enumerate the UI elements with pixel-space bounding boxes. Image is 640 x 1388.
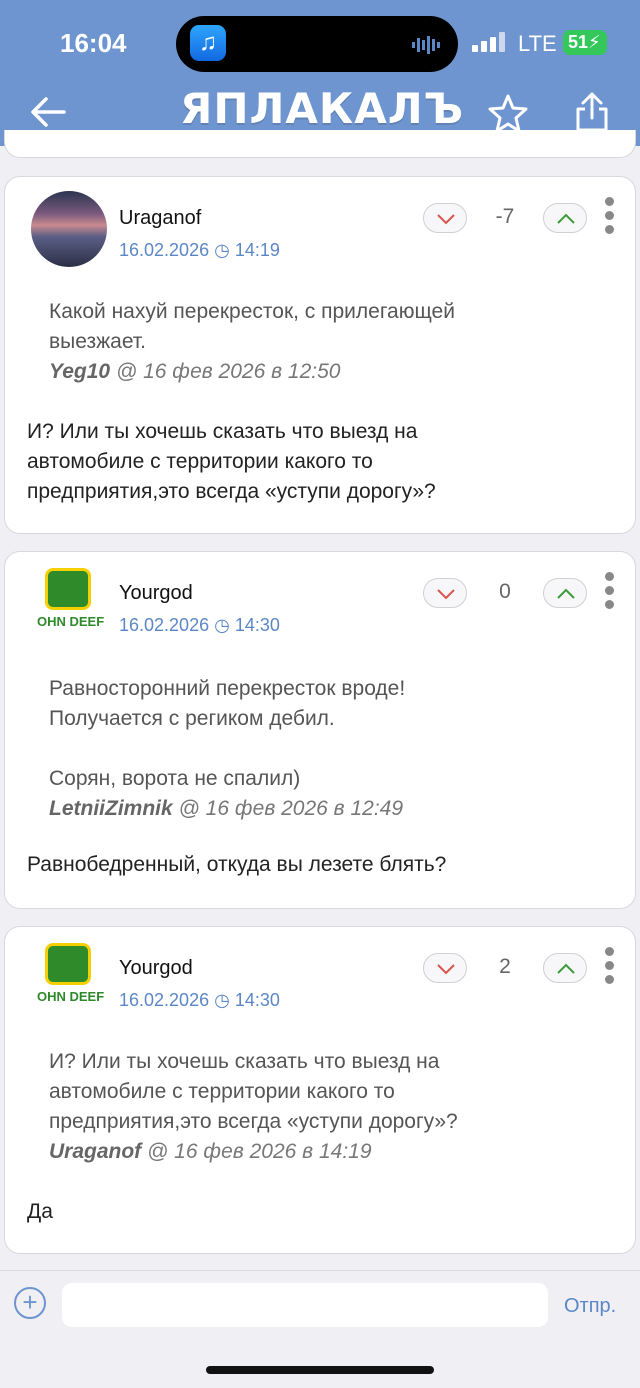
more-options-icon[interactable] — [603, 197, 615, 237]
quote-meta: @ 16 фев 2026 в 12:50 — [115, 360, 341, 383]
quote-block: Какой нахуй перекресток, с прилегающей в… — [49, 297, 589, 387]
share-icon[interactable] — [574, 90, 610, 134]
quote-author-link[interactable]: Yeg10 — [49, 360, 110, 383]
comment-card: ОHN DEEF Yourgod 16.02.2026 ◷ 14:30 2 И?… — [4, 926, 636, 1254]
quote-meta: @ 16 фев 2026 в 12:49 — [178, 797, 404, 820]
quote-attribution: Yeg10 @ 16 фев 2026 в 12:50 — [49, 357, 589, 387]
add-attachment-icon[interactable]: + — [14, 1287, 46, 1319]
signal-icon — [472, 32, 505, 52]
quote-line: предприятия,это всегда «уступи дорогу»? — [49, 1110, 458, 1133]
vote-up-button[interactable] — [543, 953, 587, 983]
body-line: И? Или ты хочешь сказать что выезд на — [27, 420, 418, 443]
app-header: 16:04 ♫ LTE 51⚡ ЯПЛАКАЛЪ — [0, 0, 640, 146]
network-label: LTE — [518, 31, 557, 56]
quote-line: Получается с региком дебил. — [49, 707, 335, 730]
comment-body: Да — [27, 1197, 587, 1227]
quote-line: выезжает. — [49, 330, 146, 353]
avatar-caption: ОHN DEEF — [37, 614, 105, 629]
more-options-icon[interactable] — [603, 572, 615, 612]
comment-card: Uraganof 16.02.2026 ◷ 14:19 -7 Какой нах… — [4, 176, 636, 534]
comment-date: 16.02.2026 ◷ 14:30 — [119, 615, 280, 636]
vote-up-button[interactable] — [543, 203, 587, 233]
vote-down-button[interactable] — [423, 578, 467, 608]
vote-up-button[interactable] — [543, 578, 587, 608]
comment-date-value: 16.02.2026 — [119, 240, 210, 260]
comment-date-value: 16.02.2026 — [119, 615, 210, 635]
quote-line: автомобиле с территории какого то — [49, 1080, 395, 1103]
body-line: автомобиле с территории какого то — [27, 450, 373, 473]
quote-attribution: Uraganof @ 16 фев 2026 в 14:19 — [49, 1137, 589, 1167]
vote-down-button[interactable] — [423, 203, 467, 233]
avatar[interactable]: ОHN DEEF — [31, 941, 107, 1017]
quote-block: Равносторонний перекресток вроде! Получа… — [49, 674, 589, 824]
quote-line: Сорян, ворота не спалил) — [49, 767, 301, 790]
comment-time: 14:30 — [234, 990, 280, 1010]
quote-attribution: LetniiZimnik @ 16 фев 2026 в 12:49 — [49, 794, 589, 824]
site-logo[interactable]: ЯПЛАКАЛЪ — [180, 84, 462, 134]
quote-meta: @ 16 фев 2026 в 14:19 — [147, 1140, 372, 1163]
comment-time: 14:30 — [234, 615, 280, 635]
send-button[interactable]: Отпр. — [564, 1295, 616, 1318]
avatar[interactable]: ОHN DEEF — [31, 566, 107, 642]
comment-score: 0 — [499, 580, 511, 603]
body-line: Да — [27, 1200, 53, 1223]
quote-line: И? Или ты хочешь сказать что выезд на — [49, 1050, 440, 1073]
comment-username[interactable]: Uraganof — [119, 207, 201, 230]
more-options-icon[interactable] — [603, 947, 615, 987]
comment-input[interactable] — [62, 1283, 548, 1327]
comment-score: 2 — [499, 955, 511, 978]
comment-composer: + Отпр. — [0, 1270, 640, 1340]
quote-block: И? Или ты хочешь сказать что выезд на ав… — [49, 1047, 589, 1167]
clock-icon: ◷ — [214, 615, 230, 635]
avatar[interactable] — [31, 191, 107, 267]
previous-comment-card — [4, 130, 636, 158]
comment-date: 16.02.2026 ◷ 14:30 — [119, 990, 280, 1011]
clock-icon: ◷ — [214, 240, 230, 260]
body-line: предприятия,это всегда «уступи дорогу»? — [27, 480, 436, 503]
chevron-up-icon — [557, 588, 575, 599]
deere-logo-icon — [45, 568, 91, 610]
chevron-down-icon — [437, 964, 455, 975]
audio-wave-icon — [412, 36, 440, 54]
comment-score: -7 — [495, 205, 515, 228]
vote-down-button[interactable] — [423, 953, 467, 983]
quote-line: Какой нахуй перекресток, с прилегающей — [49, 300, 455, 323]
home-indicator[interactable] — [206, 1366, 434, 1374]
avatar-caption: ОHN DEEF — [37, 989, 105, 1004]
status-time: 16:04 — [60, 28, 127, 58]
comment-body: Равнобедренный, откуда вы лезете блять? — [27, 850, 587, 880]
comment-date: 16.02.2026 ◷ 14:19 — [119, 240, 280, 261]
music-app-icon[interactable]: ♫ — [190, 25, 226, 61]
chevron-down-icon — [437, 589, 455, 600]
chevron-up-icon — [557, 213, 575, 224]
chevron-up-icon — [557, 963, 575, 974]
comment-time: 14:19 — [234, 240, 280, 260]
body-line: Равнобедренный, откуда вы лезете блять? — [27, 853, 447, 876]
battery-indicator: 51⚡ — [563, 30, 607, 55]
comment-date-value: 16.02.2026 — [119, 990, 210, 1010]
quote-line — [49, 734, 589, 764]
quote-line: Равносторонний перекресток вроде! — [49, 677, 406, 700]
dynamic-island: ♫ — [176, 16, 458, 72]
comment-username[interactable]: Yourgod — [119, 582, 193, 605]
comment-card: ОHN DEEF Yourgod 16.02.2026 ◷ 14:30 0 Ра… — [4, 551, 636, 909]
deere-logo-icon — [45, 943, 91, 985]
clock-icon: ◷ — [214, 990, 230, 1010]
battery-level: 51 — [568, 32, 589, 52]
comment-body: И? Или ты хочешь сказать что выезд на ав… — [27, 417, 587, 507]
quote-author-link[interactable]: Uraganof — [49, 1140, 141, 1163]
comment-username[interactable]: Yourgod — [119, 957, 193, 980]
chevron-down-icon — [437, 214, 455, 225]
quote-author-link[interactable]: LetniiZimnik — [49, 797, 173, 820]
back-arrow-icon[interactable] — [28, 92, 68, 132]
